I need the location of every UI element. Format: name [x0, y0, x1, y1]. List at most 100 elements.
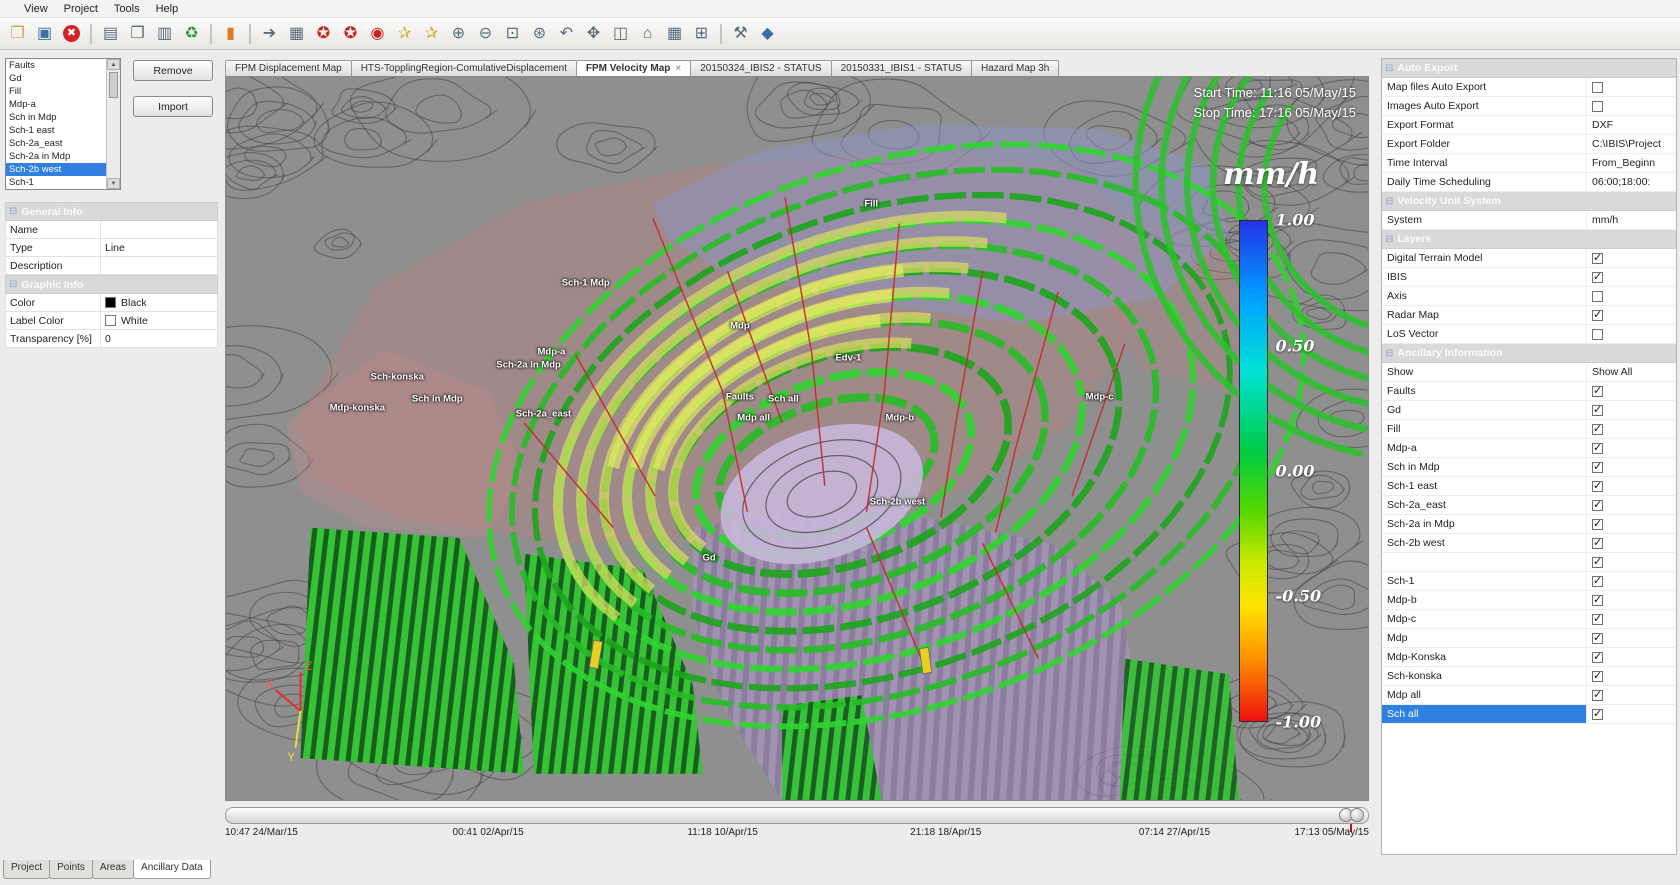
property-row[interactable]: Name [5, 221, 218, 239]
ancillary-value[interactable] [1587, 690, 1676, 701]
collapse-icon[interactable]: ⊟ [9, 279, 17, 290]
collapse-icon[interactable]: ⊟ [9, 206, 17, 217]
graphic-info-header[interactable]: ⊟ Graphic Info [5, 275, 218, 294]
checkbox[interactable] [1592, 481, 1603, 492]
layer-value[interactable] [1587, 329, 1676, 340]
ancillary-row[interactable]: Mdp-Konska [1382, 648, 1676, 667]
list-item[interactable]: Sch-1 east [6, 124, 106, 137]
ancillary-row[interactable]: Sch-2a_east [1382, 496, 1676, 515]
ancillary-value[interactable] [1587, 557, 1676, 568]
list-item[interactable]: Sch in Mdp [6, 111, 106, 124]
document-tab[interactable]: HTS-TopplingRegion-ComulativeDisplacemen… [351, 60, 577, 76]
ancillary-info-header[interactable]: ⊟ Ancillary Information [1382, 344, 1676, 363]
setting-value[interactable]: 06:00;18:00: [1587, 176, 1676, 188]
polygon-icon[interactable]: ✰ [391, 21, 418, 46]
checkbox[interactable] [1592, 272, 1603, 283]
checkbox[interactable] [1592, 101, 1603, 112]
calendar-icon[interactable]: ▦ [661, 21, 688, 46]
setting-row[interactable]: System mm/h [1382, 211, 1676, 230]
zoom-fit-icon[interactable]: ⊛ [526, 21, 553, 46]
polygon-add-icon[interactable]: ✰ [418, 21, 445, 46]
ancillary-row[interactable]: Show Show All [1382, 363, 1676, 382]
pin-icon[interactable]: ✪ [310, 21, 337, 46]
checkbox[interactable] [1592, 557, 1603, 568]
checkbox[interactable] [1592, 386, 1603, 397]
chart-icon[interactable]: ◫ [607, 21, 634, 46]
pan-icon[interactable]: ✥ [580, 21, 607, 46]
layer-row[interactable]: IBIS [1382, 268, 1676, 287]
ancillary-row[interactable]: Gd [1382, 401, 1676, 420]
paste-icon[interactable]: ▥ [151, 21, 178, 46]
copy-icon[interactable]: ❐ [124, 21, 151, 46]
property-value[interactable]: White [101, 315, 217, 327]
ancillary-row[interactable]: Sch-2a in Mdp [1382, 515, 1676, 534]
property-row[interactable]: Description [5, 257, 218, 275]
property-value[interactable]: Line [101, 242, 217, 254]
property-row[interactable]: Transparency [%] 0 [5, 330, 218, 348]
ancillary-value[interactable] [1587, 405, 1676, 416]
ancillary-row[interactable]: Sch-1 [1382, 572, 1676, 591]
velocity-unit-header[interactable]: ⊟ Velocity Unit System [1382, 192, 1676, 211]
checkbox[interactable] [1592, 424, 1603, 435]
scroll-up-icon[interactable] [107, 59, 120, 70]
setting-value[interactable] [1587, 82, 1676, 93]
ancillary-row[interactable]: Sch-2b west [1382, 534, 1676, 553]
ancillary-value[interactable] [1587, 500, 1676, 511]
list-item[interactable]: Sch-2b west [6, 163, 106, 176]
ancillary-row[interactable]: Faults [1382, 382, 1676, 401]
ancillary-value[interactable] [1587, 481, 1676, 492]
ancillary-value[interactable]: Show All [1587, 366, 1676, 378]
panel-tab[interactable]: Areas [92, 860, 134, 879]
setting-row[interactable]: Export Format DXF [1382, 116, 1676, 135]
setting-row[interactable]: Time Interval From_Beginn [1382, 154, 1676, 173]
scroll-thumb[interactable] [109, 72, 118, 98]
settings-icon[interactable]: ⚒ [727, 21, 754, 46]
ancillary-row[interactable]: Sch-konska [1382, 667, 1676, 686]
checkbox[interactable] [1592, 519, 1603, 530]
setting-row[interactable]: Export Folder C:\IBIS\Project [1382, 135, 1676, 154]
general-info-header[interactable]: ⊟ General Info [5, 202, 218, 221]
panel-tab[interactable]: Project [3, 860, 50, 879]
checkbox[interactable] [1592, 82, 1603, 93]
document-tab[interactable]: 20150324_IBIS2 - STATUS × [690, 60, 831, 76]
list-item[interactable]: Gd [6, 72, 106, 85]
collapse-icon[interactable]: ⊟ [1385, 348, 1393, 359]
property-row[interactable]: Color Black [5, 294, 218, 312]
ancillary-row[interactable]: Mdp-b [1382, 591, 1676, 610]
setting-row[interactable]: Daily Time Scheduling 06:00;18:00: [1382, 173, 1676, 192]
checkbox[interactable] [1592, 614, 1603, 625]
timeline-handle[interactable] [1342, 808, 1364, 822]
checkbox[interactable] [1592, 310, 1603, 321]
export-image-icon[interactable]: ▦ [283, 21, 310, 46]
menu-item[interactable]: View [16, 2, 56, 16]
ancillary-value[interactable] [1587, 576, 1676, 587]
ancillary-row[interactable]: Fill [1382, 420, 1676, 439]
list-item[interactable]: Fill [6, 85, 106, 98]
menu-item[interactable]: Help [148, 2, 187, 16]
layer-row[interactable]: Digital Terrain Model [1382, 249, 1676, 268]
preview-icon[interactable]: ▤ [97, 21, 124, 46]
checkbox[interactable] [1592, 329, 1603, 340]
ancillary-row[interactable]: Mdp-c [1382, 610, 1676, 629]
ancillary-row[interactable] [1382, 553, 1676, 572]
checkbox[interactable] [1592, 671, 1603, 682]
collapse-icon[interactable]: ⊟ [1385, 234, 1393, 245]
ancillary-value[interactable] [1587, 614, 1676, 625]
layer-row[interactable]: Radar Map [1382, 306, 1676, 325]
checkbox[interactable] [1592, 595, 1603, 606]
zoom-out-icon[interactable]: ⊖ [472, 21, 499, 46]
ancillary-value[interactable] [1587, 462, 1676, 473]
ancillary-value[interactable] [1587, 386, 1676, 397]
ancillary-value[interactable] [1587, 709, 1676, 720]
list-item[interactable]: Faults [6, 59, 106, 72]
layer-value[interactable] [1587, 310, 1676, 321]
list-item[interactable]: Sch-2a in Mdp [6, 150, 106, 163]
setting-value[interactable]: mm/h [1587, 214, 1676, 226]
checkbox[interactable] [1592, 405, 1603, 416]
toolbar-icon[interactable] [720, 24, 722, 44]
histogram-icon[interactable]: ▮ [217, 21, 244, 46]
document-tab[interactable]: Hazard Map 3h × [971, 60, 1059, 76]
document-tab[interactable]: 20150331_IBIS1 - STATUS × [831, 60, 972, 76]
refresh-icon[interactable]: ♻ [178, 21, 205, 46]
setting-value[interactable] [1587, 101, 1676, 112]
